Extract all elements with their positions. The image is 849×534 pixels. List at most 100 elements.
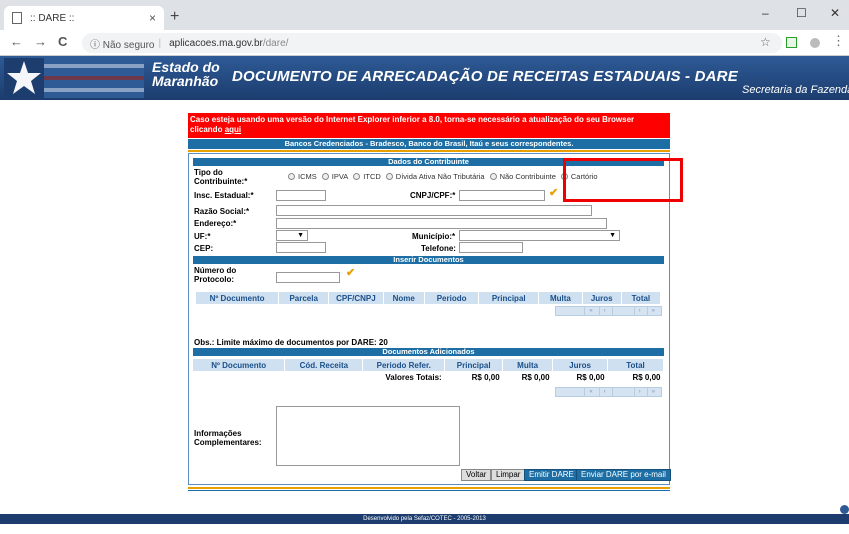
inserir-table: Nº Documento Parcela CPF/CNPJ Nome Perio… [196, 292, 662, 304]
pager-last[interactable]: » [646, 307, 659, 315]
page-icon [12, 12, 22, 24]
url-bar[interactable]: ⓘ Não seguro | aplicacoes.ma.gov.br /dar… [82, 33, 782, 53]
radio-ipva[interactable] [321, 173, 329, 180]
pager-first[interactable]: « [584, 388, 596, 396]
endereco-label: Endereço:* [194, 219, 237, 228]
pager-page [611, 307, 632, 315]
cep-input[interactable] [276, 242, 326, 253]
tipo-label-line1: Tipo do [194, 168, 223, 177]
endereco-input[interactable] [276, 218, 607, 229]
col-header[interactable]: Nº Documento [196, 292, 280, 304]
page-title: DOCUMENTO DE ARRECADAÇÃO DE RECEITAS EST… [232, 68, 738, 85]
minimize-button[interactable]: – [762, 6, 769, 20]
pager-next[interactable]: › [633, 307, 645, 315]
browser-tab-bar: :: DARE :: × + – ☐ ✕ [0, 0, 849, 30]
security-indicator[interactable]: ⓘ Não seguro [90, 36, 154, 51]
info-complementares-textarea[interactable] [276, 406, 460, 466]
check-icon[interactable]: ✔ [549, 186, 558, 199]
info-label: Informações Complementares: [194, 429, 262, 447]
col-header[interactable]: Multa [538, 292, 583, 304]
forward-button[interactable]: → [34, 34, 47, 49]
back-button[interactable]: ← [10, 34, 23, 49]
info-label-line1: Informações [194, 429, 242, 438]
cnpj-cpf-label: CNPJ/CPF:* [410, 191, 456, 200]
inserir-pager: « ‹ › » [555, 306, 662, 316]
radio-nao-contribuinte[interactable] [489, 173, 497, 180]
telefone-input[interactable] [459, 242, 523, 253]
scroll-indicator-icon[interactable] [840, 505, 849, 514]
menu-kebab-icon[interactable]: ⋮ [832, 33, 845, 49]
uf-select[interactable]: ▼ [276, 230, 308, 241]
total-multa: R$ 0,00 [521, 372, 550, 382]
razao-social-input[interactable] [276, 205, 592, 216]
col-header[interactable]: Juros [582, 292, 622, 304]
check-icon[interactable]: ✔ [346, 266, 355, 279]
pager-prev[interactable]: ‹ [598, 388, 610, 396]
url-host: aplicacoes.ma.gov.br [169, 37, 263, 49]
col-header[interactable]: Cód. Receita [284, 359, 364, 371]
emitir-dare-button[interactable]: Emitir DARE [524, 469, 579, 481]
col-header[interactable]: CPF/CNPJ [328, 292, 384, 304]
adicionados-table: Nº Documento Cód. Receita Periodo Refer.… [193, 359, 664, 383]
col-header[interactable]: Principal [444, 359, 504, 371]
state-line-1: Estado do [152, 59, 220, 75]
protocolo-label: Número do Protocolo: [194, 266, 236, 284]
col-header[interactable]: Juros [552, 359, 609, 371]
decor-stripe-bottom-blue [188, 490, 670, 491]
col-header[interactable]: Total [621, 292, 662, 304]
col-header[interactable]: Multa [502, 359, 554, 371]
radio-divida-ativa[interactable] [385, 173, 393, 180]
municipio-select[interactable]: ▼ [459, 230, 620, 241]
radio-ipva-label: IPVA [331, 172, 349, 181]
bookmark-star-icon[interactable]: ☆ [760, 35, 771, 49]
browser-update-alert: Caso esteja usando uma versão do Interne… [188, 113, 670, 138]
decor-stripe-top [188, 150, 670, 152]
razao-social-label: Razão Social:* [194, 207, 250, 216]
decor-stripe-bottom [188, 487, 670, 489]
col-header[interactable]: Nº Documento [193, 359, 286, 371]
total-principal: R$ 0,00 [471, 372, 500, 382]
col-header[interactable]: Nome [383, 292, 425, 304]
pager-last[interactable]: » [646, 388, 659, 396]
alert-text: Caso esteja usando uma versão do Interne… [190, 115, 635, 134]
enviar-dare-email-button[interactable]: Enviar DARE por e-mail [576, 469, 671, 481]
col-header[interactable]: Periodo Refer. [362, 359, 446, 371]
col-header[interactable]: Principal [478, 292, 540, 304]
uf-label: UF:* [194, 232, 211, 241]
total-total: R$ 0,00 [632, 372, 661, 382]
reload-button[interactable]: C [58, 34, 67, 49]
col-header[interactable]: Total [607, 359, 664, 371]
alert-link[interactable]: aqui [225, 125, 241, 134]
new-tab-button[interactable]: + [170, 8, 179, 26]
cnpj-cpf-input[interactable] [459, 190, 545, 201]
profile-avatar-icon[interactable] [810, 38, 820, 48]
pager-next[interactable]: › [633, 388, 645, 396]
maranhao-flag-logo [4, 58, 144, 98]
close-window-button[interactable]: ✕ [830, 6, 840, 20]
pager-first[interactable]: « [584, 307, 596, 315]
tab-close-icon[interactable]: × [149, 11, 156, 25]
cep-label: CEP: [194, 244, 214, 253]
radio-itcd[interactable] [353, 173, 361, 180]
info-label-line2: Complementares: [194, 438, 262, 447]
tipo-contribuinte-radios: ICMS IPVA ITCD Dívida Ativa Não Tributár… [283, 172, 598, 181]
voltar-button[interactable]: Voltar [461, 469, 492, 481]
municipio-label: Município:* [412, 232, 456, 241]
page-footer: Desenvolvido pela Sefaz/COTEC - 2005-201… [0, 514, 849, 524]
radio-icms[interactable] [288, 173, 295, 180]
table-header-row: Nº Documento Cód. Receita Periodo Refer.… [193, 359, 664, 371]
pager-prev[interactable]: ‹ [598, 307, 610, 315]
maximize-button[interactable]: ☐ [796, 6, 807, 20]
tipo-contribuinte-label: Tipo do Contribuinte:* [194, 168, 247, 186]
state-name: Estado do Maranhão [152, 60, 220, 88]
state-line-2: Maranhão [152, 73, 219, 89]
insc-estadual-input[interactable] [276, 190, 326, 201]
browser-tab[interactable]: :: DARE :: × [4, 6, 164, 30]
limpar-button[interactable]: Limpar [491, 469, 526, 481]
col-header[interactable]: Periodo [424, 292, 480, 304]
extension-icon[interactable] [786, 37, 797, 48]
banks-bar: Bancos Credenciados - Bradesco, Banco do… [188, 139, 670, 149]
pager-page [611, 388, 632, 396]
protocolo-input[interactable] [276, 272, 340, 283]
col-header[interactable]: Parcela [278, 292, 330, 304]
